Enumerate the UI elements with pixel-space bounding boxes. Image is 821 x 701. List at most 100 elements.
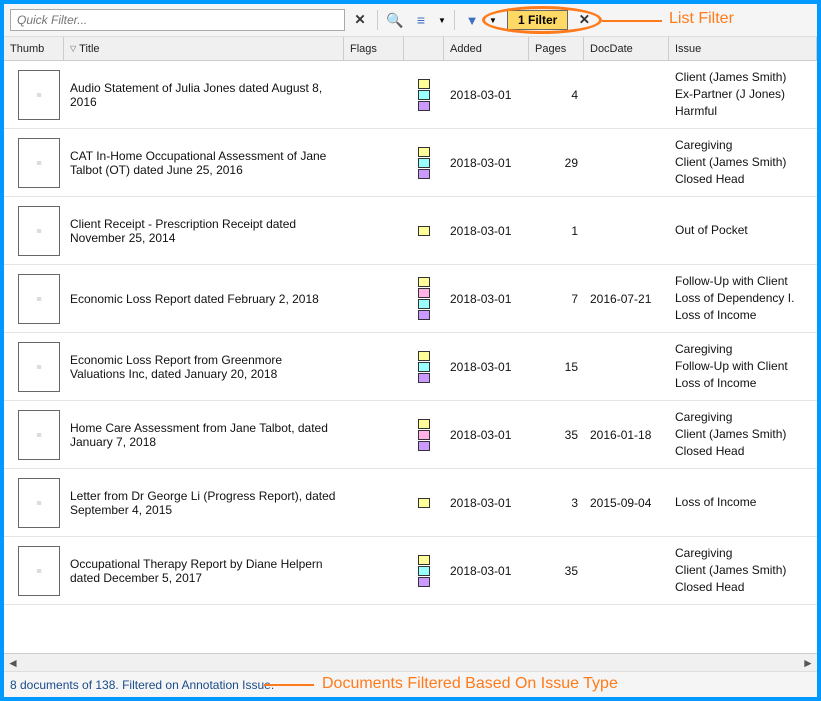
header-added[interactable]: Added (444, 37, 529, 60)
flag-cyan-icon (418, 158, 430, 168)
scroll-left-icon[interactable]: ◄ (6, 656, 20, 670)
docdate-cell: 2016-07-21 (584, 290, 669, 308)
issue-cell: CaregivingClient (James Smith)Closed Hea… (669, 407, 817, 461)
pages-cell: 4 (529, 86, 584, 104)
document-thumbnail[interactable]: ≣ (18, 342, 60, 392)
filter-dropdown[interactable]: ▼ (487, 9, 499, 31)
filter-badge-label[interactable]: 1 Filter (507, 10, 568, 30)
document-thumbnail[interactable]: ≣ (18, 410, 60, 460)
separator (377, 10, 378, 30)
clear-filter-button[interactable]: ✕ (349, 9, 371, 31)
header-title[interactable]: ▽Title (64, 37, 344, 60)
flags2-cell (404, 496, 444, 510)
thumbnail-cell: ≣ (4, 476, 64, 530)
sort-indicator-icon: ▽ (70, 44, 76, 53)
flag-yellow-icon (418, 351, 430, 361)
horizontal-scrollbar[interactable]: ◄ ► (4, 653, 817, 671)
document-thumbnail[interactable]: ≣ (18, 138, 60, 188)
flag-yellow-icon (418, 147, 430, 157)
flags-cell (344, 93, 404, 97)
table-row[interactable]: ≣Economic Loss Report dated February 2, … (4, 265, 817, 333)
header-thumb[interactable]: Thumb (4, 37, 64, 60)
header-label: Pages (535, 43, 566, 55)
active-filter-badge: 1 Filter ✕ (503, 8, 596, 32)
flags2-cell (404, 224, 444, 238)
find-button[interactable]: 🔍 (384, 9, 406, 31)
document-thumbnail[interactable]: ≣ (18, 274, 60, 324)
issue-cell: Out of Pocket (669, 220, 817, 241)
header-issue[interactable]: Issue (669, 37, 817, 60)
header-flags2[interactable] (404, 37, 444, 60)
pages-cell: 1 (529, 222, 584, 240)
header-label: Title (79, 43, 99, 55)
status-text[interactable]: 8 documents of 138. Filtered on Annotati… (10, 678, 274, 692)
title-cell: CAT In-Home Occupational Assessment of J… (64, 147, 344, 179)
table-row[interactable]: ≣Economic Loss Report from Greenmore Val… (4, 333, 817, 401)
pages-cell: 35 (529, 426, 584, 444)
thumbnail-cell: ≣ (4, 68, 64, 122)
flags-cell (344, 501, 404, 505)
document-thumbnail[interactable]: ≣ (18, 70, 60, 120)
issue-cell: Follow-Up with ClientLoss of Dependency … (669, 271, 817, 325)
filter-button[interactable]: ▼ (461, 9, 483, 31)
issue-cell: Client (James Smith)Ex-Partner (J Jones)… (669, 67, 817, 121)
issue-cell: CaregivingFollow-Up with ClientLoss of I… (669, 339, 817, 393)
table-row[interactable]: ≣Home Care Assessment from Jane Talbot, … (4, 401, 817, 469)
document-thumbnail[interactable]: ≣ (18, 546, 60, 596)
added-cell: 2018-03-01 (444, 222, 529, 240)
flag-pink-icon (418, 430, 430, 440)
added-cell: 2018-03-01 (444, 86, 529, 104)
clear-active-filter-button[interactable]: ✕ (576, 12, 592, 28)
table-row[interactable]: ≣Occupational Therapy Report by Diane He… (4, 537, 817, 605)
table-row[interactable]: ≣Client Receipt - Prescription Receipt d… (4, 197, 817, 265)
docdate-cell: 2015-09-04 (584, 494, 669, 512)
thumbnail-cell: ≣ (4, 408, 64, 462)
document-list[interactable]: ≣Audio Statement of Julia Jones dated Au… (4, 61, 817, 653)
issue-cell: CaregivingClient (James Smith)Closed Hea… (669, 543, 817, 597)
docdate-cell (584, 365, 669, 369)
thumbnail-cell: ≣ (4, 544, 64, 598)
status-bar: 8 documents of 138. Filtered on Annotati… (4, 671, 817, 697)
table-row[interactable]: ≣CAT In-Home Occupational Assessment of … (4, 129, 817, 197)
title-cell: Letter from Dr George Li (Progress Repor… (64, 487, 344, 519)
flag-cyan-icon (418, 90, 430, 100)
docdate-cell (584, 229, 669, 233)
header-label: DocDate (590, 43, 633, 55)
annotation-label: Documents Filtered Based On Issue Type (322, 675, 618, 693)
header-label: Issue (675, 43, 701, 55)
quick-filter-input[interactable] (10, 9, 345, 31)
table-row[interactable]: ≣Audio Statement of Julia Jones dated Au… (4, 61, 817, 129)
docdate-cell: 2016-01-18 (584, 426, 669, 444)
flag-yellow-icon (418, 498, 430, 508)
flag-pink-icon (418, 288, 430, 298)
flags-cell (344, 569, 404, 573)
annotation-label: List Filter (669, 10, 734, 28)
flag-yellow-icon (418, 226, 430, 236)
header-label: Thumb (10, 43, 44, 55)
added-cell: 2018-03-01 (444, 494, 529, 512)
flag-yellow-icon (418, 555, 430, 565)
pages-cell: 29 (529, 154, 584, 172)
pages-cell: 3 (529, 494, 584, 512)
scroll-right-icon[interactable]: ► (801, 656, 815, 670)
flags-cell (344, 297, 404, 301)
header-pages[interactable]: Pages (529, 37, 584, 60)
header-flags[interactable]: Flags (344, 37, 404, 60)
flags2-cell (404, 77, 444, 113)
list-view-dropdown[interactable]: ▼ (436, 9, 448, 31)
pages-cell: 7 (529, 290, 584, 308)
close-icon: ✕ (354, 12, 365, 28)
flag-cyan-icon (418, 566, 430, 576)
table-row[interactable]: ≣Letter from Dr George Li (Progress Repo… (4, 469, 817, 537)
docdate-cell (584, 93, 669, 97)
flags2-cell (404, 417, 444, 453)
added-cell: 2018-03-01 (444, 358, 529, 376)
list-view-button[interactable]: ≡ (410, 9, 432, 31)
flags-cell (344, 433, 404, 437)
flags-cell (344, 365, 404, 369)
document-thumbnail[interactable]: ≣ (18, 206, 60, 256)
funnel-icon: ▼ (466, 13, 479, 28)
document-thumbnail[interactable]: ≣ (18, 478, 60, 528)
header-docdate[interactable]: DocDate (584, 37, 669, 60)
flag-purple-icon (418, 169, 430, 179)
